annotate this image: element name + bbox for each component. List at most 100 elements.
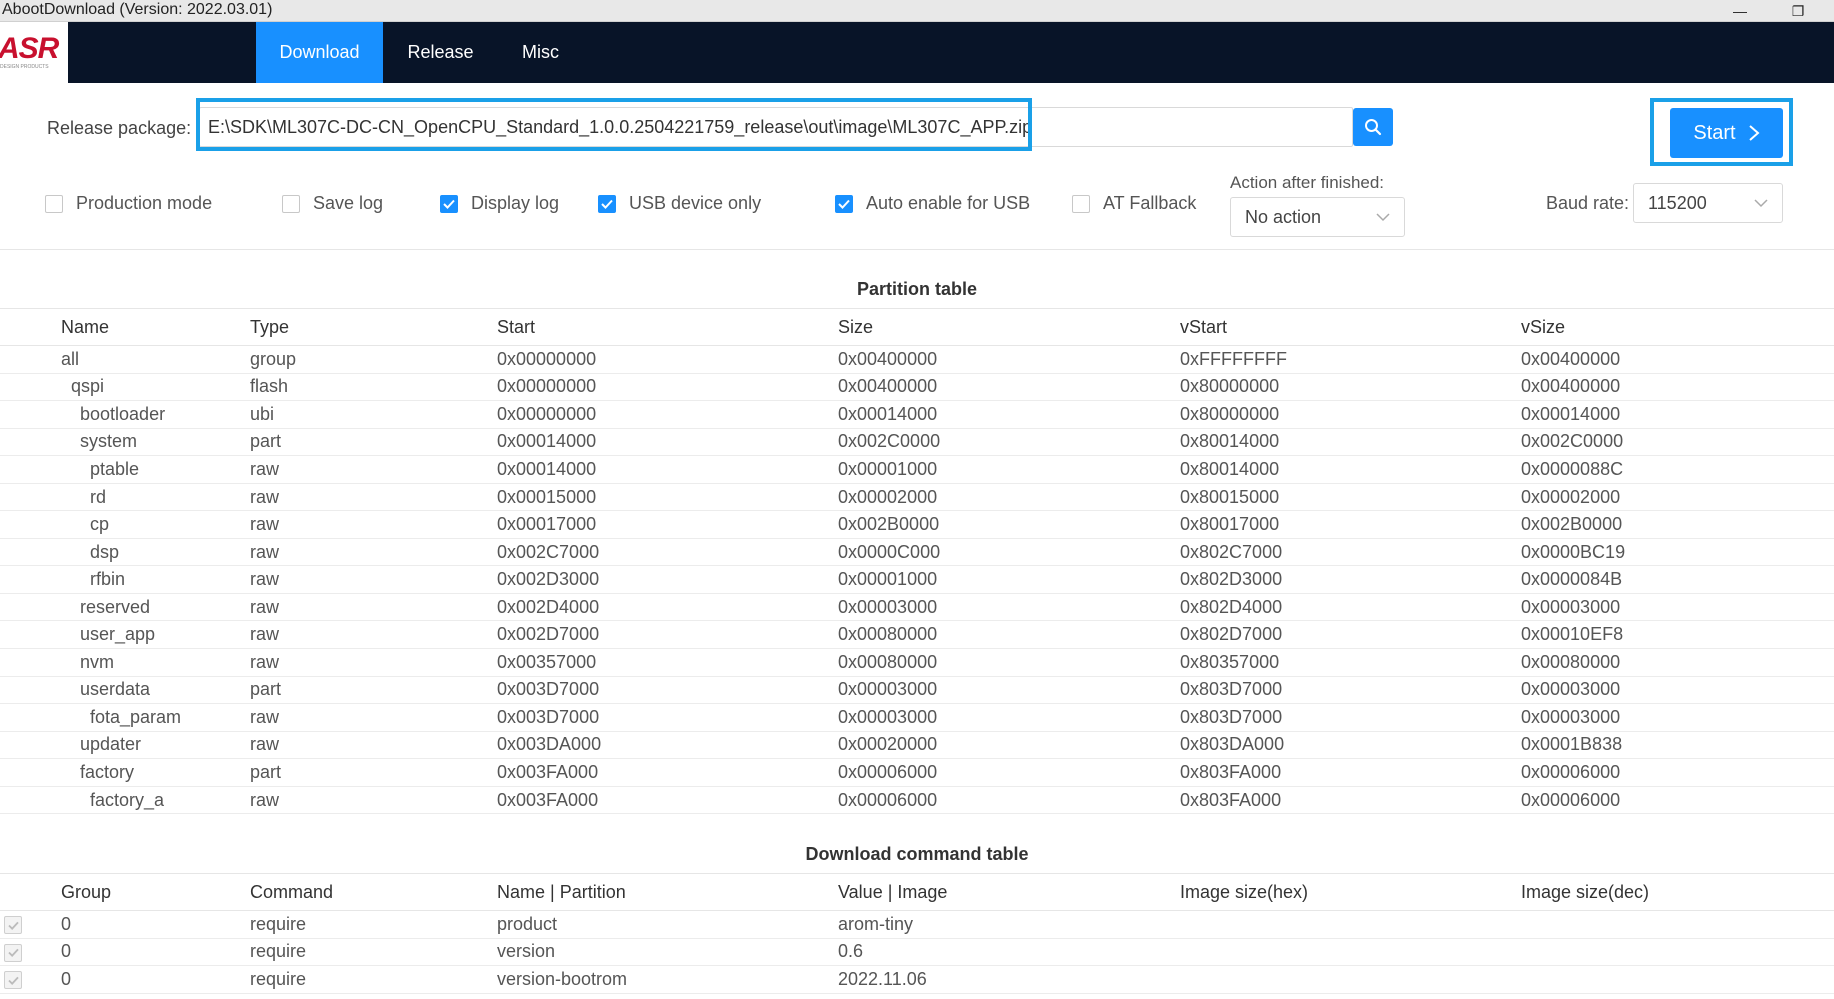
table-cell: 0x00014000 <box>497 458 597 479</box>
table-row[interactable]: system part 0x00014000 0x002C0000 0x80014000… <box>0 429 1834 457</box>
minimize-button[interactable]: — <box>1720 0 1760 22</box>
table-row[interactable]: 0 require version 0.6 <box>0 939 1834 966</box>
table-cell: 0x0001B838 <box>1521 734 1623 755</box>
table-row[interactable]: 0 require version-bootrom 2022.11.06 <box>0 966 1834 994</box>
table-cell: 0x00080000 <box>1521 651 1621 672</box>
row-checkbox[interactable] <box>4 916 22 934</box>
checkbox-auto-enable-usb[interactable] <box>835 194 853 213</box>
table-cell: 0x0000084B <box>1521 569 1623 590</box>
checkbox-at-fallback[interactable] <box>1072 194 1090 213</box>
checkbox-display-log[interactable] <box>440 194 458 213</box>
check-icon <box>7 948 19 957</box>
table-row[interactable]: reserved raw 0x002D4000 0x00003000 0x802D400… <box>0 594 1834 622</box>
table-row[interactable]: nvm raw 0x00357000 0x00080000 0x80357000 0x00… <box>0 649 1834 677</box>
checkbox-production-mode[interactable] <box>45 194 63 213</box>
table-cell: 0x00000000 <box>497 376 597 397</box>
option-production-mode[interactable]: Production mode <box>45 193 212 214</box>
table-cell: part <box>250 761 282 782</box>
table-cell: 0x802C7000 <box>1180 541 1283 562</box>
table-cell: 0x00014000 <box>838 403 938 424</box>
table-cell: 0 <box>61 913 72 934</box>
table-cell: factory <box>80 761 135 782</box>
table-row[interactable]: userdata part 0x003D7000 0x00003000 0x803D70… <box>0 677 1834 705</box>
baud-rate-select[interactable]: 115200 <box>1633 183 1783 223</box>
column-header: Type <box>250 316 290 337</box>
action-select-value: No action <box>1245 206 1322 227</box>
table-cell: 0x00006000 <box>1521 789 1621 810</box>
table-cell: 0.6 <box>838 941 864 962</box>
table-cell: 0x00010EF8 <box>1521 624 1624 645</box>
maximize-button[interactable]: ❐ <box>1778 0 1818 22</box>
table-cell: dsp <box>90 541 120 562</box>
table-row[interactable]: ptable raw 0x00014000 0x00001000 0x80014000 0… <box>0 456 1834 484</box>
tab-release[interactable]: Release <box>383 22 498 83</box>
table-row[interactable]: bootloader ubi 0x00000000 0x00014000 0x80000… <box>0 401 1834 429</box>
column-header: Name <box>61 316 110 337</box>
table-cell: 0x00003000 <box>838 706 938 727</box>
table-cell: require <box>250 941 307 962</box>
column-header: Image size(dec) <box>1521 881 1650 902</box>
table-cell: 0x802D7000 <box>1180 624 1283 645</box>
table-cell: 0x002D4000 <box>497 596 600 617</box>
table-cell: 0x80000000 <box>1180 376 1280 397</box>
option-save-log[interactable]: Save log <box>282 193 383 214</box>
check-icon <box>7 921 19 930</box>
checkbox-save-log[interactable] <box>282 194 300 213</box>
table-cell: 0x00003000 <box>838 596 938 617</box>
logo-subtext: DESIGN PRODUCTS <box>0 64 49 70</box>
table-cell: 2022.11.06 <box>838 968 927 989</box>
action-after-finished-select[interactable]: No action <box>1230 197 1405 237</box>
table-cell: 0x00006000 <box>838 761 938 782</box>
table-cell: 0x0000BC19 <box>1521 541 1626 562</box>
table-row[interactable]: cp raw 0x00017000 0x002B0000 0x80017000 0x002… <box>0 511 1834 539</box>
action-after-finished-label: Action after finished: <box>1230 173 1385 192</box>
window-title: AbootDownload (Version: 2022.03.01) <box>2 1 273 18</box>
start-button[interactable]: Start <box>1670 108 1783 158</box>
table-row[interactable]: rd raw 0x00015000 0x00002000 0x80015000 0x000… <box>0 484 1834 512</box>
table-row[interactable]: factory_a raw 0x003FA000 0x00006000 0x803FA0… <box>0 787 1834 815</box>
chevron-right-icon <box>1748 125 1760 141</box>
chevron-down-icon <box>1754 199 1768 208</box>
table-row[interactable]: all group 0x00000000 0x00400000 0xFFFFFFFF 0x… <box>0 346 1834 374</box>
table-cell: 0x80014000 <box>1180 458 1280 479</box>
option-usb-device-only[interactable]: USB device only <box>598 193 761 214</box>
checkbox-usb-device-only[interactable] <box>598 194 616 213</box>
table-cell: 0x00080000 <box>838 651 938 672</box>
table-cell: 0 <box>61 968 72 989</box>
table-cell: 0x00002000 <box>838 486 938 507</box>
table-cell: 0x803DA000 <box>1180 734 1285 755</box>
option-at-fallback[interactable]: AT Fallback <box>1072 193 1196 214</box>
table-row[interactable]: fota_param raw 0x003D7000 0x00003000 0x803D7… <box>0 704 1834 732</box>
table-cell: 0x00014000 <box>497 431 597 452</box>
table-row[interactable]: 0 require product arom-tiny <box>0 911 1834 939</box>
check-icon <box>838 199 850 209</box>
table-row[interactable]: updater raw 0x003DA000 0x00020000 0x803DA000… <box>0 732 1834 760</box>
tab-misc[interactable]: Misc <box>498 22 583 83</box>
table-cell: 0x00015000 <box>497 486 597 507</box>
row-checkbox[interactable] <box>4 943 22 962</box>
row-checkbox[interactable] <box>4 971 22 989</box>
partition-table-title: Partition table <box>856 279 977 299</box>
table-cell: nvm <box>80 651 115 672</box>
table-cell: 0x80017000 <box>1180 514 1280 535</box>
table-cell: rd <box>90 486 107 507</box>
tab-download[interactable]: Download <box>256 22 383 83</box>
table-row[interactable]: dsp raw 0x002C7000 0x0000C000 0x802C7000 0x00… <box>0 539 1834 567</box>
table-row[interactable]: rfbin raw 0x002D3000 0x00001000 0x802D3000 0x… <box>0 566 1834 594</box>
browse-button[interactable] <box>1353 108 1393 146</box>
option-label: Production mode <box>76 193 213 213</box>
table-cell: 0x0000C000 <box>838 541 941 562</box>
table-cell: 0x002B0000 <box>1521 514 1623 535</box>
table-cell: 0x00006000 <box>838 789 938 810</box>
option-auto-enable-usb[interactable]: Auto enable for USB <box>835 193 1030 214</box>
table-row[interactable]: factory part 0x003FA000 0x00006000 0x803FA00… <box>0 759 1834 787</box>
table-row[interactable]: qspi flash 0x00000000 0x00400000 0x80000000 0… <box>0 374 1834 402</box>
table-cell: bootloader <box>80 403 166 424</box>
option-label: AT Fallback <box>1103 193 1197 213</box>
table-header: Name Type Start Size vStart vSize <box>0 308 1834 346</box>
option-display-log[interactable]: Display log <box>440 193 559 214</box>
table-row[interactable]: user_app raw 0x002D7000 0x00080000 0x802D700… <box>0 621 1834 650</box>
table-cell: part <box>250 431 282 452</box>
table-cell: 0x80014000 <box>1180 431 1280 452</box>
table-cell: 0x00003000 <box>838 679 938 700</box>
